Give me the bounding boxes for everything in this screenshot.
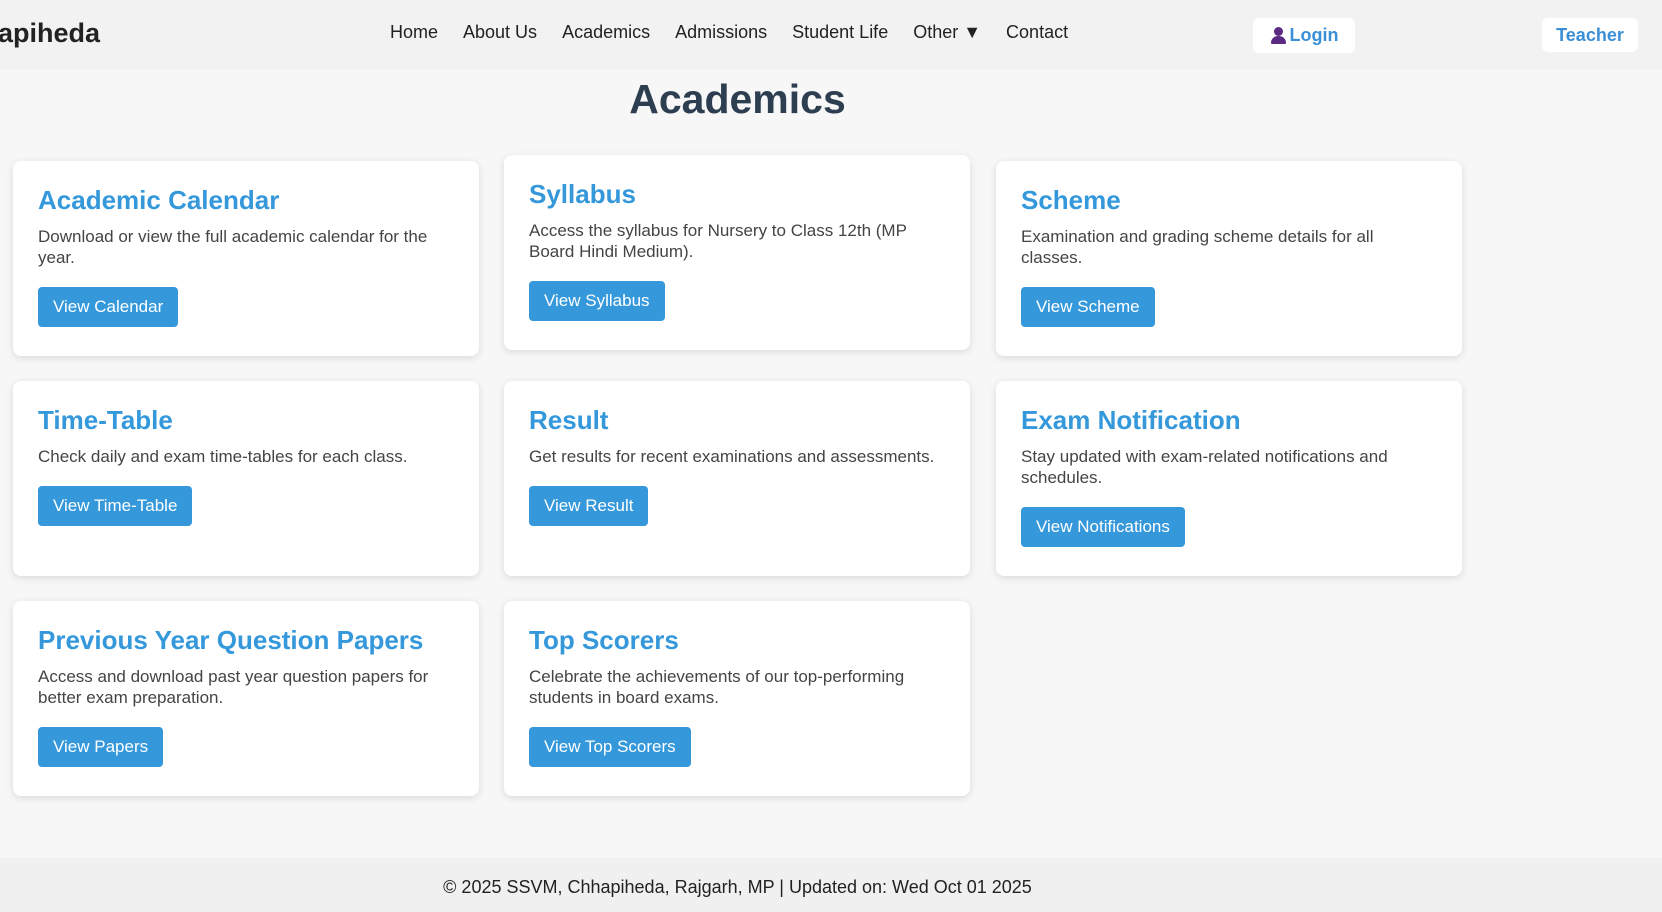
nav-academics[interactable]: Academics bbox=[562, 22, 650, 43]
view-syllabus-button[interactable]: View Syllabus bbox=[529, 281, 665, 321]
card-time-table: Time-Table Check daily and exam time-tab… bbox=[13, 381, 479, 576]
card-title: Time-Table bbox=[38, 405, 173, 435]
card-top-scorers: Top Scorers Celebrate the achievements o… bbox=[504, 601, 970, 796]
card-academic-calendar: Academic Calendar Download or view the f… bbox=[13, 161, 479, 356]
user-icon bbox=[1270, 27, 1286, 44]
card-title: Previous Year Question Papers bbox=[38, 625, 424, 655]
nav-other-dropdown[interactable]: Other ▼ bbox=[913, 22, 981, 43]
nav-home[interactable]: Home bbox=[390, 22, 438, 43]
card-title: Top Scorers bbox=[529, 625, 679, 655]
card-previous-papers: Previous Year Question Papers Access and… bbox=[13, 601, 479, 796]
card-description: Get results for recent examinations and … bbox=[529, 447, 935, 466]
view-time-table-button[interactable]: View Time-Table bbox=[38, 486, 193, 526]
teacher-button[interactable]: Teacher bbox=[1542, 18, 1638, 52]
card-title: Academic Calendar bbox=[38, 185, 280, 215]
footer-text: © 2025 SSVM, Chhapiheda, Rajgarh, MP | U… bbox=[443, 877, 1032, 897]
view-scheme-button[interactable]: View Scheme bbox=[1021, 287, 1155, 327]
card-description: Stay updated with exam-related notificat… bbox=[1021, 447, 1388, 487]
nav-admissions[interactable]: Admissions bbox=[675, 22, 767, 43]
card-description: Examination and grading scheme details f… bbox=[1021, 227, 1374, 267]
card-description: Download or view the full academic calen… bbox=[38, 227, 428, 267]
card-description: Celebrate the achievements of our top-pe… bbox=[529, 667, 905, 707]
page-title: Academics bbox=[629, 76, 846, 122]
card-description: Check daily and exam time-tables for eac… bbox=[38, 447, 408, 466]
view-top-scorers-button[interactable]: View Top Scorers bbox=[529, 727, 691, 767]
nav-contact[interactable]: Contact bbox=[1006, 22, 1068, 43]
nav-student-life[interactable]: Student Life bbox=[792, 22, 888, 43]
site-footer: © 2025 SSVM, Chhapiheda, Rajgarh, MP | U… bbox=[0, 858, 1662, 912]
card-title: Scheme bbox=[1021, 185, 1121, 215]
view-papers-button[interactable]: View Papers bbox=[38, 727, 164, 767]
card-result: Result Get results for recent examinatio… bbox=[504, 381, 970, 576]
card-title: Exam Notification bbox=[1021, 405, 1241, 435]
card-title: Result bbox=[529, 405, 609, 435]
login-label: Login bbox=[1289, 25, 1339, 45]
login-button[interactable]: Login bbox=[1253, 18, 1355, 53]
nav-about-us[interactable]: About Us bbox=[463, 22, 537, 43]
view-notifications-button[interactable]: View Notifications bbox=[1021, 507, 1185, 547]
card-description: Access and download past year question p… bbox=[38, 667, 429, 707]
site-header: apiheda Home About Us Academics Admissio… bbox=[0, 0, 1662, 70]
card-exam-notification: Exam Notification Stay updated with exam… bbox=[996, 381, 1462, 576]
card-title: Syllabus bbox=[529, 179, 636, 209]
card-syllabus: Syllabus Access the syllabus for Nursery… bbox=[504, 155, 970, 350]
view-calendar-button[interactable]: View Calendar bbox=[38, 287, 179, 327]
card-scheme: Scheme Examination and grading scheme de… bbox=[996, 161, 1462, 356]
main-nav: Home About Us Academics Admissions Stude… bbox=[390, 22, 1093, 43]
card-description: Access the syllabus for Nursery to Class… bbox=[529, 221, 907, 261]
view-result-button[interactable]: View Result bbox=[529, 486, 649, 526]
site-brand[interactable]: apiheda bbox=[0, 18, 100, 49]
